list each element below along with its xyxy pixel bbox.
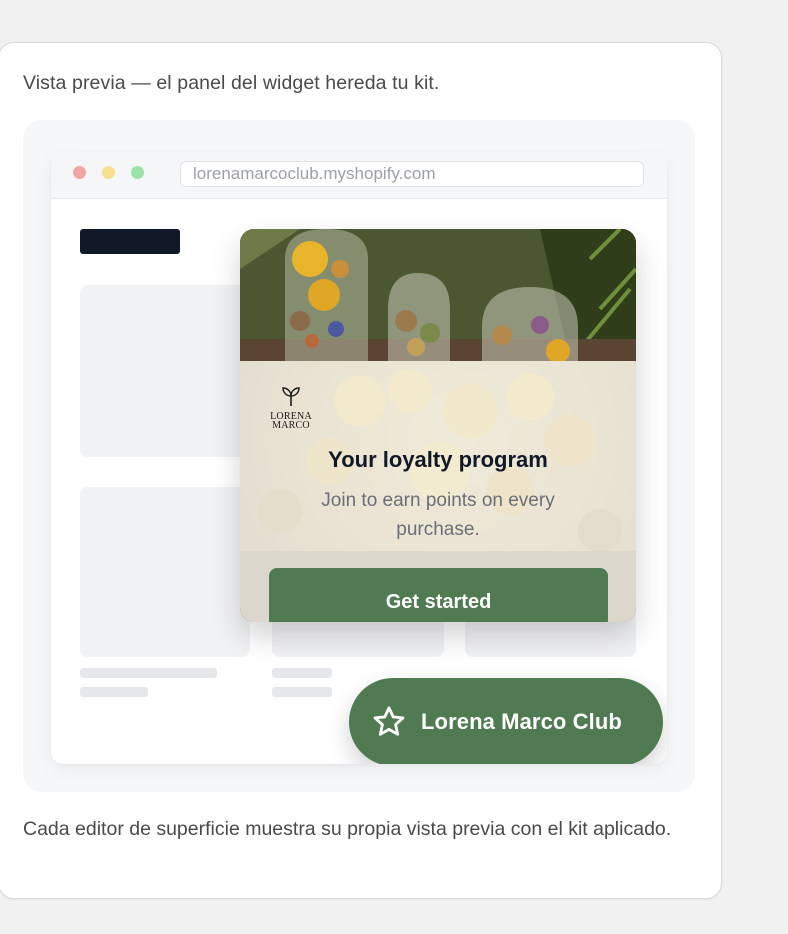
product-title-placeholder	[80, 668, 217, 678]
product-title-placeholder	[272, 668, 332, 678]
window-minimize-dot	[102, 166, 115, 179]
loyalty-launcher-button[interactable]: Lorena Marco Club	[349, 678, 663, 764]
preview-stage: lorenamarcoclub.myshopify.com LORENA MAR…	[23, 120, 695, 792]
product-card-placeholder	[80, 285, 250, 457]
launcher-label: Lorena Marco Club	[421, 709, 622, 734]
hero-image	[240, 229, 636, 361]
brand-logo-line: MARCO	[272, 420, 310, 431]
preview-caption: Vista previa — el panel del widget hered…	[23, 72, 440, 94]
brand-logo: LORENA MARCO	[268, 387, 314, 431]
brand-leaf-icon	[282, 387, 300, 406]
widget-subtitle: Join to earn points on every purchase.	[321, 490, 555, 540]
loyalty-widget-panel: LORENA MARCO Your loyalty program Join t…	[240, 229, 636, 622]
product-price-placeholder	[80, 687, 148, 697]
widget-title: Your loyalty program	[328, 447, 548, 472]
browser-mockup: lorenamarcoclub.myshopify.com LORENA MAR…	[51, 152, 667, 764]
product-price-placeholder	[272, 687, 332, 697]
browser-toolbar: lorenamarcoclub.myshopify.com	[51, 152, 667, 199]
store-logo-placeholder	[80, 229, 180, 254]
hero-photo-illustration	[240, 229, 636, 361]
window-close-dot	[73, 166, 86, 179]
star-icon	[373, 706, 405, 736]
preview-card: Vista previa — el panel del widget hered…	[0, 42, 722, 899]
window-maximize-dot	[131, 166, 144, 179]
product-card-placeholder	[80, 487, 250, 657]
get-started-button[interactable]: Get started	[269, 568, 608, 622]
preview-footnote: Cada editor de superficie muestra su pro…	[23, 818, 672, 840]
address-bar: lorenamarcoclub.myshopify.com	[180, 161, 644, 187]
